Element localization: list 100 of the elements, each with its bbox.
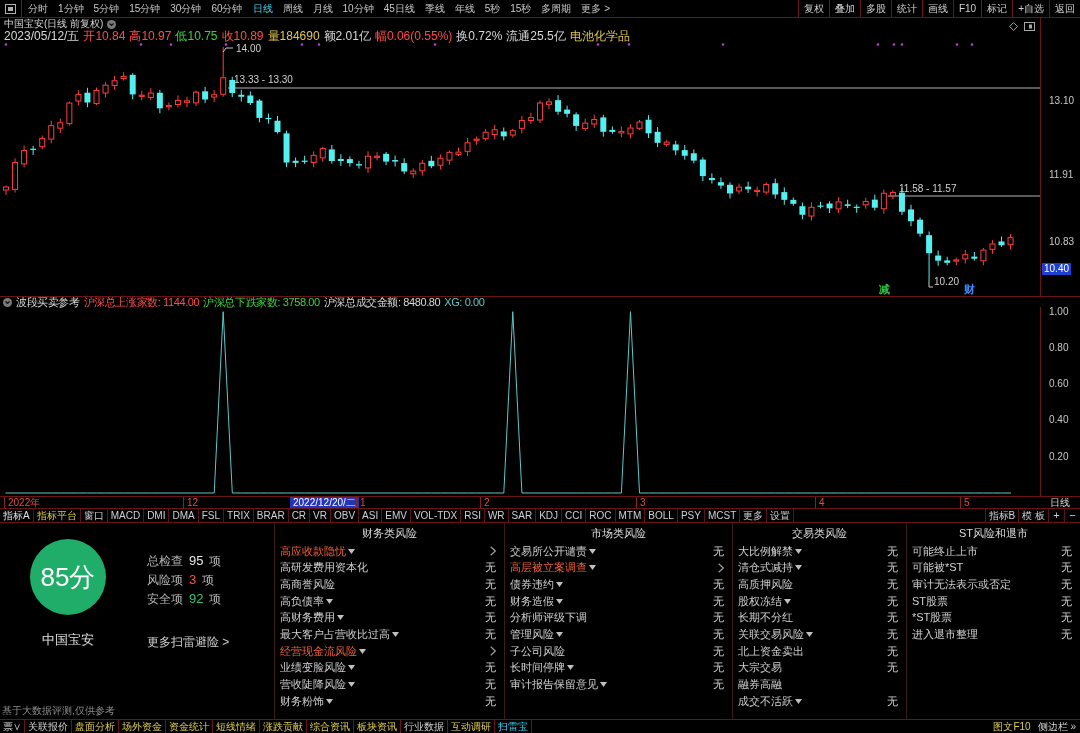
toolbar-button[interactable]: 标记	[981, 0, 1013, 17]
indicator-tab[interactable]: ASI	[359, 509, 383, 522]
indicator-tab[interactable]: MCST	[704, 509, 741, 522]
bottom-tab[interactable]: 涨跌贡献	[260, 720, 307, 733]
caret-down-icon[interactable]	[556, 598, 563, 604]
period-tab[interactable]: 10分钟	[338, 0, 378, 17]
caret-down-icon[interactable]	[556, 632, 563, 638]
period-tab[interactable]: 日线	[248, 0, 277, 17]
chevron-right-icon[interactable]	[718, 563, 724, 573]
caret-down-icon[interactable]	[348, 665, 355, 671]
caret-down-icon[interactable]	[600, 682, 607, 688]
caret-down-icon[interactable]	[784, 598, 791, 604]
indicator-tab[interactable]: EMV	[382, 509, 411, 522]
bottom-tab[interactable]: 综合资讯	[307, 720, 354, 733]
toolbar-button[interactable]: +自选	[1012, 0, 1049, 17]
indicator-tab[interactable]: WR	[484, 509, 509, 522]
indicator-tab[interactable]: VR	[310, 509, 331, 522]
toolbar-button[interactable]: 多股	[859, 0, 891, 17]
indicator-tab[interactable]: MACD	[107, 509, 145, 522]
caret-down-icon[interactable]	[326, 698, 333, 704]
caret-down-icon[interactable]	[348, 548, 355, 554]
zoom-out-button[interactable]: −	[1064, 509, 1080, 522]
bottom-tab[interactable]: 盘面分析	[72, 720, 119, 733]
indicator-tab[interactable]: PSY	[677, 509, 705, 522]
chevron-right-icon[interactable]	[490, 546, 496, 557]
caret-down-icon[interactable]	[348, 682, 355, 688]
period-tab[interactable]: 60分钟	[207, 0, 247, 17]
caret-down-icon[interactable]	[589, 565, 596, 571]
caret-down-icon[interactable]	[795, 698, 802, 704]
chevron-down-icon[interactable]	[3, 297, 12, 307]
bottom-tab[interactable]: 短线情绪	[213, 720, 260, 733]
sidebar-button[interactable]: 侧边栏 »	[1035, 720, 1078, 733]
toolbar-button[interactable]: 统计	[890, 0, 922, 17]
indicator-tab[interactable]: CCI	[562, 509, 587, 522]
bottom-tab[interactable]: 关联报价	[25, 720, 72, 733]
period-tab[interactable]: 多周期	[537, 0, 576, 17]
bottom-tab[interactable]: 票∨	[0, 720, 25, 733]
indicator-tab[interactable]: BRAR	[253, 509, 289, 522]
toolbar-button[interactable]: 返回	[1049, 0, 1080, 17]
period-tab[interactable]: 5秒	[480, 0, 505, 17]
bottom-tab[interactable]: 行业数据	[401, 720, 448, 733]
indicator-tab[interactable]: SAR	[508, 509, 537, 522]
caret-down-icon[interactable]	[556, 582, 563, 588]
caret-down-icon[interactable]	[806, 632, 813, 638]
period-tab[interactable]: 月线	[308, 0, 337, 17]
period-tab[interactable]: 季线	[420, 0, 449, 17]
caret-down-icon[interactable]	[795, 548, 802, 554]
indicator-tab[interactable]: TRIX	[224, 509, 254, 522]
indicator-tab[interactable]: ROC	[586, 509, 616, 522]
period-tab[interactable]: 15分钟	[125, 0, 165, 17]
indicator-tab[interactable]: CR	[288, 509, 311, 522]
toolbar-button[interactable]: 复权	[797, 0, 829, 17]
indicator-tab[interactable]: 更多	[740, 509, 768, 522]
caret-down-icon[interactable]	[589, 548, 596, 554]
period-tab[interactable]: 年线	[450, 0, 479, 17]
bottom-tab[interactable]: 互动调研	[448, 720, 495, 733]
indicator-tab[interactable]: 指标平台	[33, 509, 81, 522]
indicator-tab[interactable]: DMI	[144, 509, 170, 522]
more-link[interactable]: 更多扫雷避险 >	[147, 635, 230, 649]
period-tab[interactable]: 15秒	[506, 0, 536, 17]
indicator-tab[interactable]: 设置	[767, 509, 795, 522]
period-tab[interactable]: 5分钟	[89, 0, 124, 17]
toolbar-button[interactable]: 叠加	[828, 0, 860, 17]
risk-item-label: 高应收款隐忧	[280, 544, 346, 558]
indicator-tab[interactable]: OBV	[331, 509, 360, 522]
period-tab[interactable]: 周线	[278, 0, 307, 17]
period-tab[interactable]: 1分钟	[54, 0, 88, 17]
panel-icon[interactable]	[5, 3, 16, 14]
bottom-tab[interactable]: 场外资金	[119, 720, 166, 733]
period-tab[interactable]: 45日线	[379, 0, 419, 17]
indicator-tab[interactable]: DMA	[169, 509, 199, 522]
indicator-tab[interactable]: KDJ	[536, 509, 563, 522]
period-tab[interactable]: 分时	[24, 0, 52, 17]
indicator-tab[interactable]: BOLL	[645, 509, 678, 522]
caret-down-icon[interactable]	[326, 598, 333, 604]
bottom-tab[interactable]: 板块资讯	[354, 720, 401, 733]
caret-down-icon[interactable]	[359, 648, 366, 654]
toolbar-button[interactable]: F10	[952, 0, 982, 17]
f10-button[interactable]: 图文F10	[991, 720, 1033, 733]
template-button[interactable]: 模 板	[1018, 509, 1048, 522]
indicator-tab[interactable]: 窗口	[80, 509, 108, 522]
indicator-tab[interactable]: FSL	[198, 509, 225, 522]
zoom-in-button[interactable]: +	[1048, 509, 1064, 522]
diamond-icon[interactable]	[1009, 22, 1018, 31]
bottom-tab[interactable]: 资金统计	[166, 720, 213, 733]
chevron-down-icon[interactable]	[107, 19, 117, 29]
indicator-tab[interactable]: VOL-TDX	[410, 509, 462, 522]
caret-down-icon[interactable]	[567, 665, 574, 671]
indicator-tab[interactable]: RSI	[461, 509, 485, 522]
caret-down-icon[interactable]	[795, 565, 802, 571]
toolbar-button[interactable]: 画线	[921, 0, 953, 17]
square-icon[interactable]	[1024, 22, 1035, 31]
chevron-right-icon[interactable]	[490, 646, 496, 657]
caret-down-icon[interactable]	[392, 632, 399, 638]
indicator-tab[interactable]: MTM	[615, 509, 646, 522]
risk-item-label: 财务造假	[510, 594, 554, 608]
caret-down-icon[interactable]	[337, 615, 344, 621]
period-tab[interactable]: 更多 >	[577, 0, 615, 17]
period-tab[interactable]: 30分钟	[166, 0, 206, 17]
period-button[interactable]: 日线	[1040, 497, 1080, 508]
